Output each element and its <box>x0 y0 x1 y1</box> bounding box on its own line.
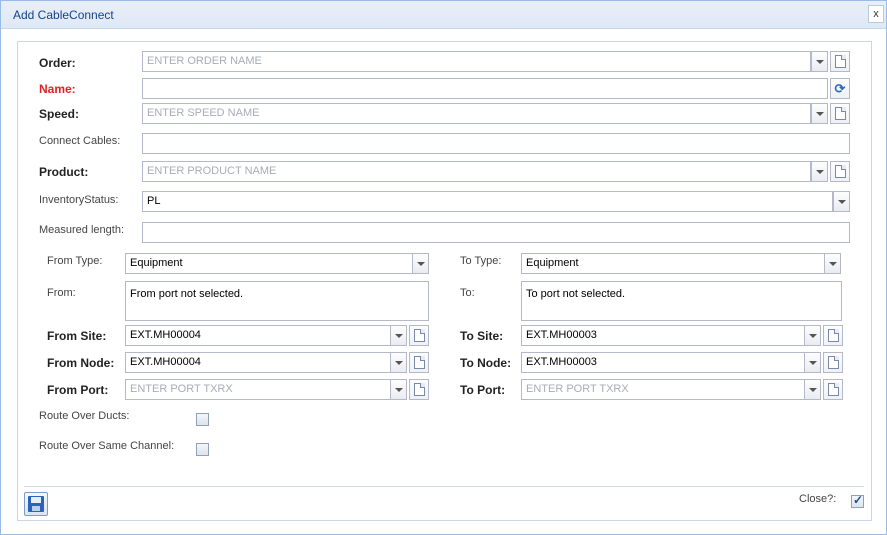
inventory-status-select[interactable]: PL <box>142 191 833 212</box>
from-textarea[interactable]: From port not selected. <box>125 281 429 321</box>
from-site-input[interactable]: EXT.MH00004 <box>125 325 391 346</box>
order-dropdown-chevron-down-icon[interactable] <box>811 51 828 72</box>
inventory-status-chevron-down-icon[interactable] <box>833 191 850 212</box>
speed-new-document-icon[interactable] <box>830 103 850 124</box>
to-site-chevron-down-icon[interactable] <box>804 325 821 346</box>
from-type-chevron-down-icon[interactable] <box>412 253 429 274</box>
from-node-input[interactable]: EXT.MH00004 <box>125 352 391 373</box>
speed-label: Speed: <box>39 107 80 121</box>
to-site-new-document-icon[interactable] <box>823 325 843 346</box>
speed-input[interactable]: ENTER SPEED NAME <box>142 103 811 124</box>
to-label: To: <box>460 287 475 299</box>
from-port-new-document-icon[interactable] <box>409 379 429 400</box>
name-label: Name: <box>39 82 76 96</box>
from-type-select[interactable]: Equipment <box>125 253 413 274</box>
form-panel: Order: ENTER ORDER NAME Name: ⟳ Speed: E… <box>17 41 872 521</box>
name-input[interactable] <box>142 78 828 99</box>
to-type-chevron-down-icon[interactable] <box>824 253 841 274</box>
refresh-icon[interactable]: ⟳ <box>830 78 850 99</box>
from-port-chevron-down-icon[interactable] <box>390 379 407 400</box>
from-label: From: <box>47 287 76 299</box>
route-over-ducts-label: Route Over Ducts: <box>39 410 130 422</box>
from-site-chevron-down-icon[interactable] <box>390 325 407 346</box>
from-port-input[interactable]: ENTER PORT TXRX <box>125 379 391 400</box>
to-site-input[interactable]: EXT.MH00003 <box>521 325 805 346</box>
from-site-new-document-icon[interactable] <box>409 325 429 346</box>
to-site-label: To Site: <box>460 329 504 343</box>
dialog-title: Add CableConnect <box>13 8 114 22</box>
to-port-new-document-icon[interactable] <box>823 379 843 400</box>
floppy-disk-icon <box>28 496 44 512</box>
to-port-chevron-down-icon[interactable] <box>804 379 821 400</box>
to-node-new-document-icon[interactable] <box>823 352 843 373</box>
add-cableconnect-dialog: Add CableConnect x Order: ENTER ORDER NA… <box>0 0 887 535</box>
to-textarea[interactable]: To port not selected. <box>521 281 842 321</box>
order-label: Order: <box>39 56 76 70</box>
to-type-select[interactable]: Equipment <box>521 253 825 274</box>
measured-length-label: Measured length: <box>39 224 124 236</box>
close-on-save-checkbox[interactable] <box>851 493 864 508</box>
to-node-input[interactable]: EXT.MH00003 <box>521 352 805 373</box>
connect-cables-input[interactable] <box>142 133 850 154</box>
title-bar: Add CableConnect x <box>1 1 886 29</box>
from-type-label: From Type: <box>47 255 103 267</box>
measured-length-input[interactable] <box>142 222 850 243</box>
to-node-chevron-down-icon[interactable] <box>804 352 821 373</box>
to-port-input[interactable]: ENTER PORT TXRX <box>521 379 805 400</box>
close-icon[interactable]: x <box>868 5 884 23</box>
route-over-same-channel-checkbox[interactable] <box>196 443 209 456</box>
from-port-label: From Port: <box>47 383 109 397</box>
close-on-save-label: Close?: <box>799 493 837 505</box>
product-new-document-icon[interactable] <box>830 161 850 182</box>
route-over-ducts-checkbox[interactable] <box>196 413 209 426</box>
to-port-label: To Port: <box>460 383 506 397</box>
inventory-status-label: InventoryStatus: <box>39 194 119 206</box>
product-input[interactable]: ENTER PRODUCT NAME <box>142 161 811 182</box>
speed-dropdown-chevron-down-icon[interactable] <box>811 103 828 124</box>
product-label: Product: <box>39 165 89 179</box>
save-button[interactable] <box>24 492 48 516</box>
connect-cables-label: Connect Cables: <box>39 135 121 147</box>
from-node-new-document-icon[interactable] <box>409 352 429 373</box>
product-dropdown-chevron-down-icon[interactable] <box>811 161 828 182</box>
order-input[interactable]: ENTER ORDER NAME <box>142 51 811 72</box>
to-node-label: To Node: <box>460 356 512 370</box>
to-type-label: To Type: <box>460 255 502 267</box>
from-node-label: From Node: <box>47 356 115 370</box>
footer-divider <box>24 486 864 487</box>
order-new-document-icon[interactable] <box>830 51 850 72</box>
from-site-label: From Site: <box>47 329 107 343</box>
from-node-chevron-down-icon[interactable] <box>390 352 407 373</box>
route-over-same-channel-label: Route Over Same Channel: <box>39 440 175 452</box>
